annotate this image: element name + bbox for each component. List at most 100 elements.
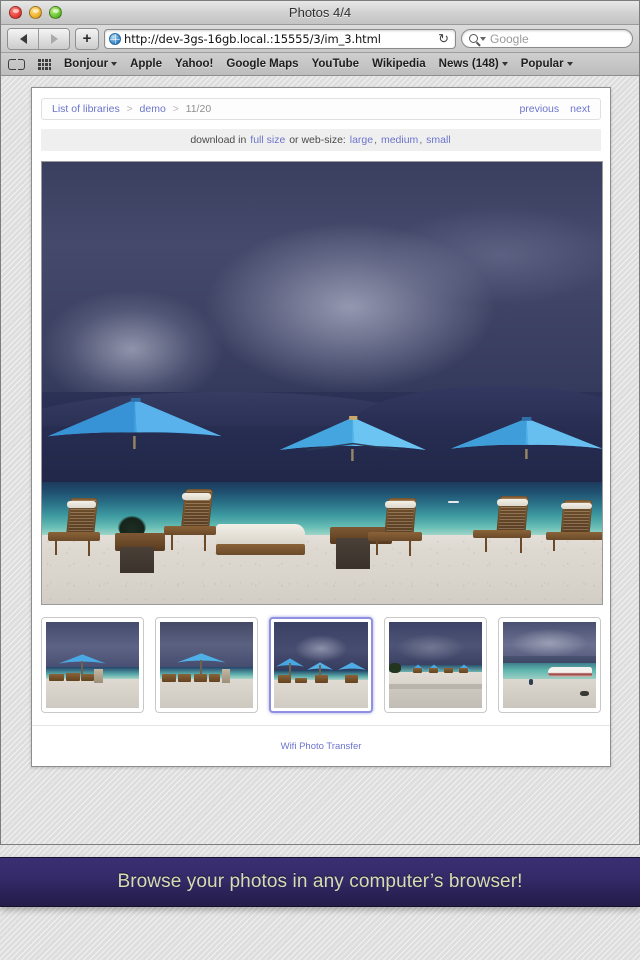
bookmark-news[interactable]: News (148) [439,58,508,70]
umbrella-pole [351,449,355,461]
browser-window: Photos 4/4 + http://dev-3gs-16gb.local.:… [0,0,640,845]
chevron-down-icon[interactable] [480,36,486,41]
bookmark-bonjour[interactable]: Bonjour [64,58,118,70]
bookmark-yahoo[interactable]: Yahoo! [175,58,213,70]
back-button[interactable] [8,28,38,49]
breadcrumb-separator: > [126,103,133,115]
window-title: Photos 4/4 [288,5,352,20]
umbrella-pole [524,448,528,459]
download-medium-link[interactable]: medium [381,134,418,146]
thumbnail-4[interactable]: < path d="M0 13 L20 1 L40 13 Z" fill="#4… [383,617,487,713]
new-tab-button[interactable]: + [75,27,99,50]
download-separator: , [419,134,423,146]
thumbnail-3[interactable] [269,617,373,713]
search-input[interactable]: Google [461,29,633,48]
browser-toolbar: + http://dev-3gs-16gb.local.:15555/3/im_… [1,25,639,53]
thumbnail-image: < path d="M0 13 L20 1 L40 13 Z" fill="#4… [388,622,482,708]
download-small-link[interactable]: small [426,134,451,146]
download-large-link[interactable]: large [350,134,373,146]
umbrella-canopy-icon [450,417,602,450]
breadcrumb-demo[interactable]: demo [140,103,166,115]
umbrella-canopy-icon [280,416,426,451]
download-prefix: download in [190,134,247,146]
breadcrumb-list-of-libraries[interactable]: List of libraries [52,103,120,115]
thumbnail-image [502,622,597,708]
table-box-2 [336,537,370,569]
table-box-1 [120,546,154,574]
download-bar: download in full size or web-size: large… [41,129,601,151]
window-titlebar[interactable]: Photos 4/4 [1,1,639,25]
thumbnail-image [160,622,254,708]
navigation-buttons [7,27,70,50]
bookmarks-bar: Bonjour Apple Yahoo! Google Maps YouTube… [1,53,639,76]
bookmark-wikipedia[interactable]: Wikipedia [372,58,426,70]
breadcrumb-bar: List of libraries > demo > 11/20 previou… [41,98,601,120]
lounge-chair-3 [367,497,440,564]
umbrella-canopy-icon [337,662,366,670]
promo-banner-area: Browse your photos in any computer’s bro… [0,845,640,960]
thumbnail-image [46,622,140,708]
sky-layer [42,162,602,397]
lounger-base [215,543,306,556]
chevron-down-icon [111,62,118,66]
umbrella-pole [132,435,136,450]
forward-button[interactable] [38,28,69,49]
page-content-card: List of libraries > demo > 11/20 previou… [31,87,611,767]
bookmark-label: Bonjour [64,58,109,70]
url-text: http://dev-3gs-16gb.local.:15555/3/im_3.… [124,31,381,46]
card-footer: Wifi Photo Transfer [32,725,610,766]
umbrella-right [450,417,602,459]
thumbnail-1[interactable] [41,617,145,713]
lounge-chair-4 [472,495,552,562]
top-sites-button[interactable] [38,58,51,70]
globe-icon [109,32,121,45]
page-viewport: List of libraries > demo > 11/20 previou… [1,76,639,844]
umbrella-center [280,416,426,461]
next-link[interactable]: next [570,103,590,115]
address-bar[interactable]: http://dev-3gs-16gb.local.:15555/3/im_3.… [104,28,456,49]
flat-lounger [215,524,306,564]
bookmark-label: YouTube [311,58,360,70]
bookmark-apple[interactable]: Apple [130,58,162,70]
bookmark-label: News (148) [438,58,499,70]
search-placeholder: Google [490,31,529,46]
download-middle-text: or web-size: [289,134,346,146]
book-icon [8,58,25,70]
lounge-chair-1 [47,497,121,564]
lounge-chair-5 [546,500,602,562]
bookmark-google-maps[interactable]: Google Maps [226,58,298,70]
bookmark-label: Popular [520,58,564,70]
search-icon [469,34,478,43]
umbrella-canopy-icon [47,398,222,437]
thumbnail-5[interactable] [497,617,602,713]
promo-banner: Browse your photos in any computer’s bro… [0,857,640,907]
promo-banner-text: Browse your photos in any computer’s bro… [117,871,523,892]
chevron-down-icon [566,62,573,66]
thumbnail-2[interactable] [155,617,259,713]
thumbnail-strip: < path d="M0 13 L20 1 L40 13 Z" fill="#4… [41,617,602,725]
bookmark-label: Google Maps [226,58,299,70]
bookmark-label: Wikipedia [372,58,426,70]
main-photo[interactable] [41,161,603,605]
breadcrumb-separator: > [172,103,179,115]
download-separator: , [374,134,378,146]
bookmark-popular[interactable]: Popular [521,58,573,70]
umbrella-left [47,398,222,450]
download-full-size-link[interactable]: full size [250,134,285,146]
bookmark-youtube[interactable]: YouTube [312,58,359,70]
show-all-bookmarks-button[interactable] [8,58,25,70]
bookmark-label: Apple [130,58,163,70]
previous-link[interactable]: previous [519,103,559,115]
wifi-photo-transfer-link[interactable]: Wifi Photo Transfer [281,741,362,752]
lounger-cushion [215,524,306,546]
photo-scene [42,162,602,604]
bookmark-label: Yahoo! [175,58,214,70]
breadcrumb-position: 11/20 [185,103,212,115]
chevron-down-icon [501,62,508,66]
back-arrow-icon [19,33,27,44]
breadcrumb: List of libraries > demo > 11/20 [52,103,519,115]
desktop-background: Photos 4/4 + http://dev-3gs-16gb.local.:… [0,0,640,960]
photo-navigation: previous next [519,103,590,115]
thumbnail-image [274,622,368,708]
reload-icon[interactable]: ↻ [438,32,451,45]
